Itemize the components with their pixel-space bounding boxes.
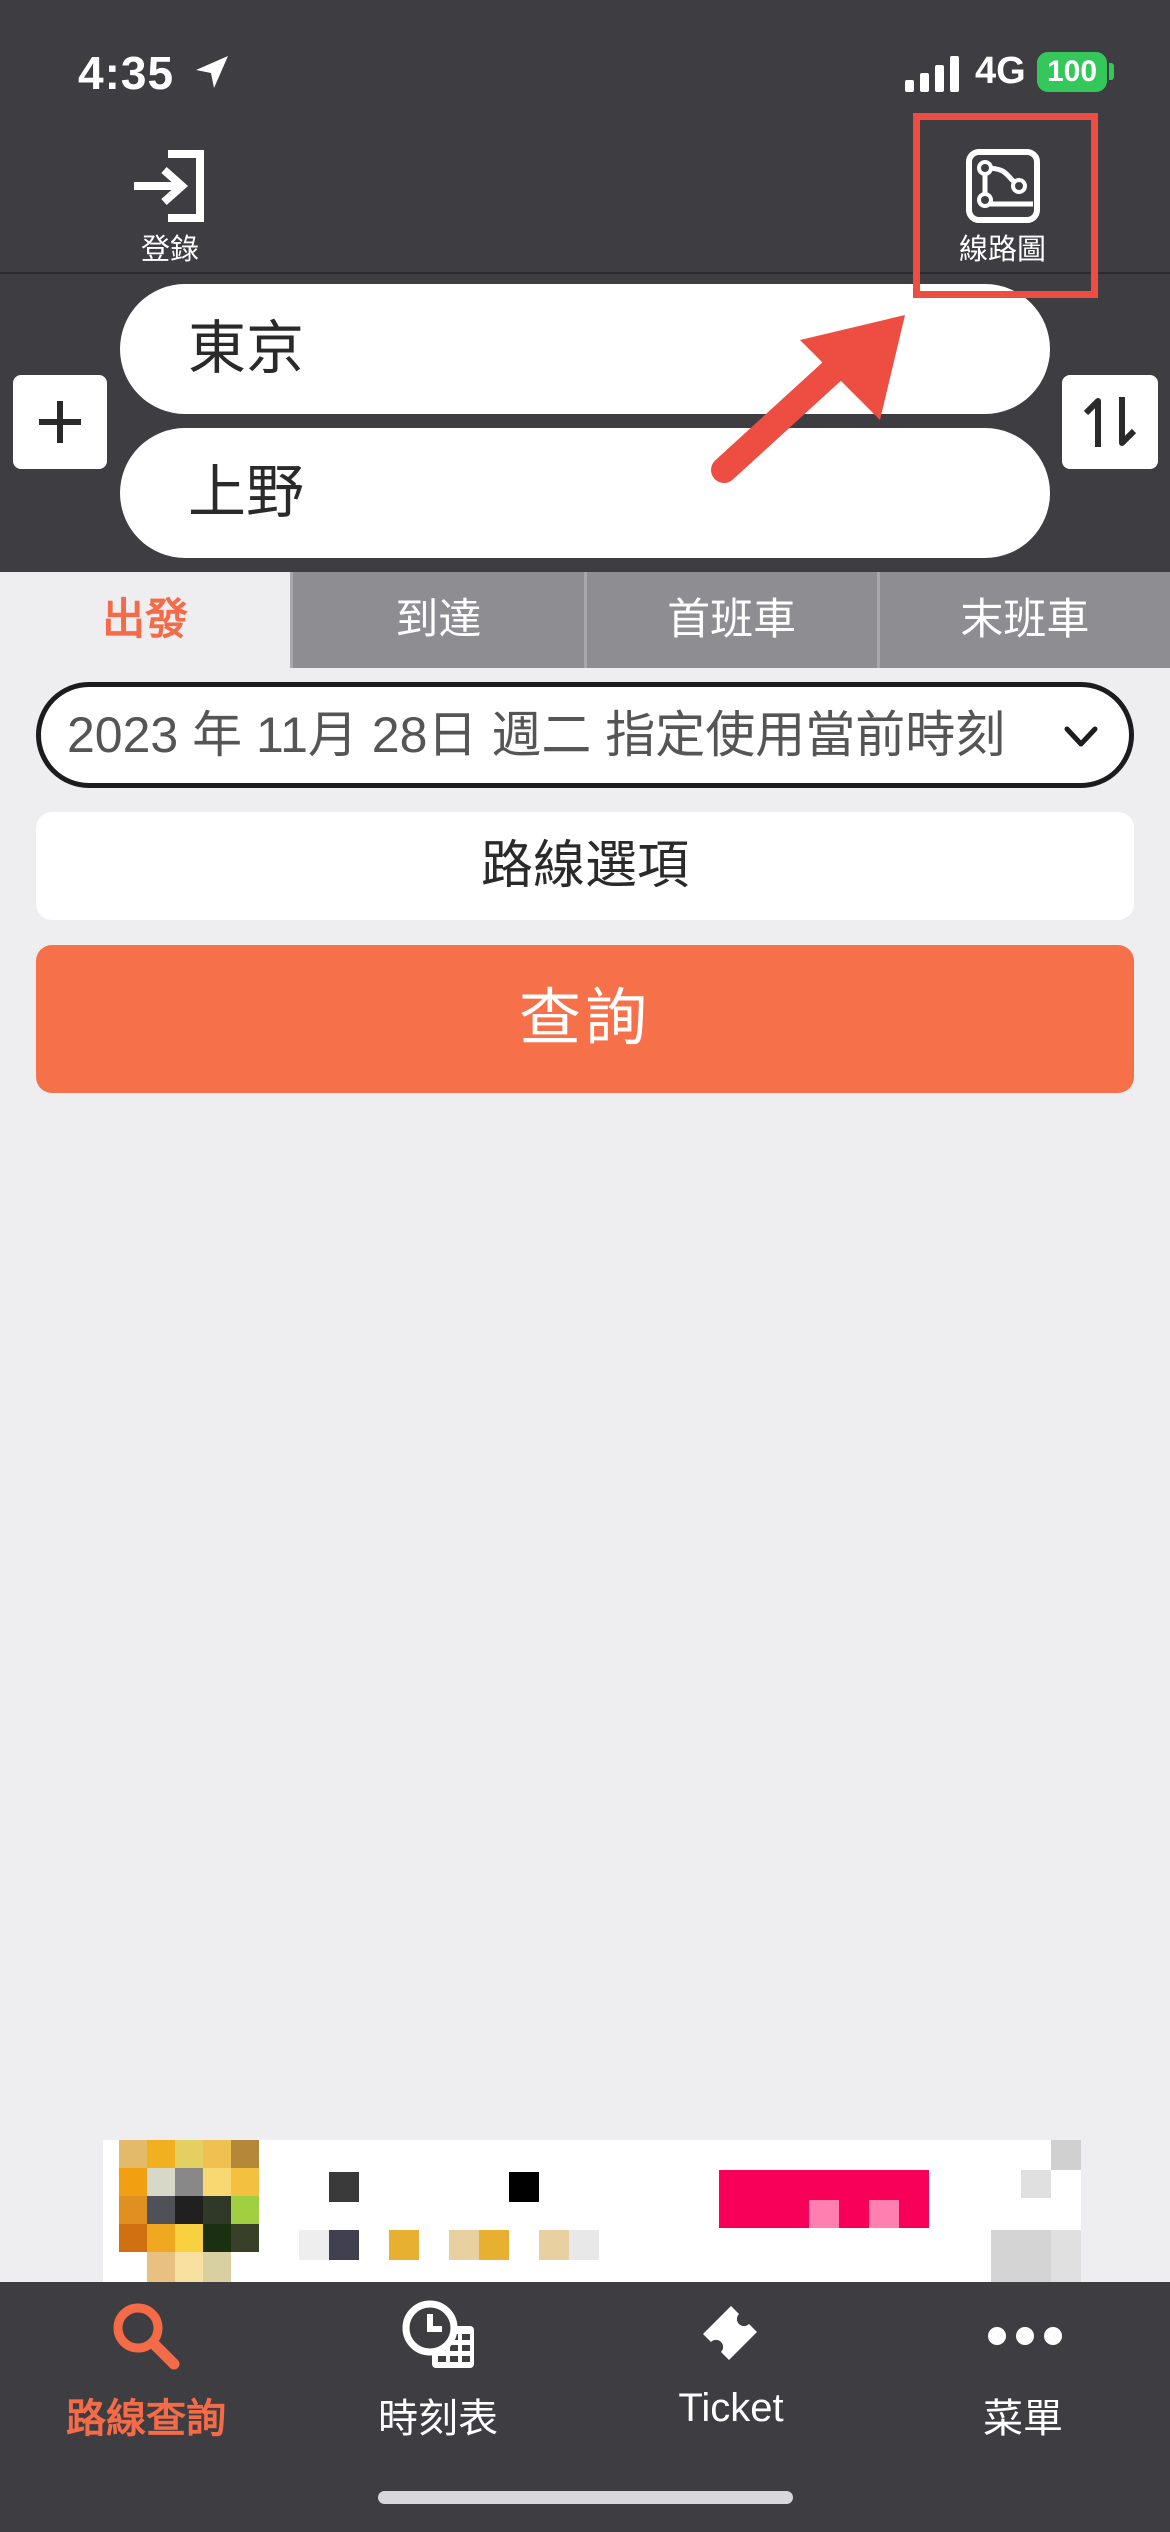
ad-pixel xyxy=(231,2196,259,2224)
ad-pixel xyxy=(329,2230,359,2260)
ad-pixel xyxy=(175,2196,203,2224)
tab-arrival[interactable]: 到達 xyxy=(290,572,584,668)
nav-timetable[interactable]: 時刻表 xyxy=(292,2282,584,2442)
ad-pixel xyxy=(147,2168,175,2196)
ad-pixel xyxy=(203,2224,231,2252)
nav-menu[interactable]: 菜單 xyxy=(877,2282,1169,2442)
ad-pixel xyxy=(231,2168,259,2196)
ad-pixel xyxy=(175,2224,203,2252)
ad-pixel xyxy=(203,2252,231,2282)
ticket-icon xyxy=(703,2306,757,2360)
ad-pixel xyxy=(1021,2170,1051,2198)
tab-departure[interactable]: 出發 xyxy=(0,572,291,668)
timetable-icon xyxy=(402,2300,474,2368)
ad-pixel xyxy=(479,2230,509,2260)
ad-pixel xyxy=(231,2224,259,2252)
location-arrow-icon xyxy=(196,56,228,88)
ad-pixel xyxy=(203,2168,231,2196)
ad-pixel xyxy=(119,2168,147,2196)
ad-pixel xyxy=(1051,2140,1081,2170)
nav-menu-label: 菜單 xyxy=(983,2397,1063,2441)
cellular-signal-icon xyxy=(905,56,959,92)
date-time-value: 2023 年 11月 28日 週二 指定使用當前時刻 xyxy=(67,707,1006,763)
ad-pixel xyxy=(119,2224,147,2252)
ad-pixel xyxy=(175,2140,203,2168)
nav-ticket-label: Ticket xyxy=(678,2386,784,2430)
network-type: 4G xyxy=(975,50,1026,92)
battery-tip xyxy=(1109,63,1114,80)
search-icon xyxy=(113,2303,180,2370)
search-button[interactable]: 查詢 xyxy=(36,945,1134,1093)
search-mode-tabs: 出發 到達 首班車 末班車 xyxy=(0,572,1170,668)
chevron-down-icon xyxy=(1064,726,1098,747)
login-label: 登錄 xyxy=(140,234,199,266)
status-time: 4:35 xyxy=(78,47,175,99)
nav-route-search[interactable]: 路線查詢 xyxy=(0,2282,292,2442)
add-via-station-button[interactable] xyxy=(13,375,107,469)
tab-first-train[interactable]: 首班車 xyxy=(583,572,877,668)
more-icon xyxy=(988,2327,1062,2345)
tab-last-train[interactable]: 末班車 xyxy=(876,572,1170,668)
ad-pixel xyxy=(509,2172,539,2202)
plus-icon xyxy=(39,401,81,443)
ad-pixel xyxy=(231,2140,259,2168)
home-indicator xyxy=(378,2491,793,2504)
ad-pixel xyxy=(299,2230,329,2260)
login-button[interactable]: 登錄 xyxy=(110,148,230,266)
ad-pixel xyxy=(203,2140,231,2168)
date-time-select[interactable]: 2023 年 11月 28日 週二 指定使用當前時刻 xyxy=(36,682,1134,788)
ad-pixel xyxy=(147,2252,175,2282)
ad-pixel xyxy=(991,2230,1051,2282)
ad-pixel xyxy=(175,2168,203,2196)
nav-timetable-label: 時刻表 xyxy=(378,2397,498,2441)
login-icon xyxy=(134,150,204,222)
ad-pixel xyxy=(147,2196,175,2224)
ad-pixel xyxy=(869,2200,899,2228)
ad-pixel xyxy=(147,2224,175,2252)
swap-icon xyxy=(1083,397,1137,447)
nav-ticket[interactable]: Ticket xyxy=(585,2282,877,2442)
ad-banner[interactable] xyxy=(103,2140,1081,2282)
ad-pixel xyxy=(389,2230,419,2260)
ad-pixel xyxy=(203,2196,231,2224)
ad-pixel xyxy=(1051,2230,1081,2282)
swap-stations-button[interactable] xyxy=(1062,375,1158,469)
ad-pixel xyxy=(175,2252,203,2282)
bottom-tab-bar: 路線查詢 時刻表 Ticket 菜單 xyxy=(0,2282,1170,2532)
annotation-highlight-box xyxy=(913,113,1098,298)
ad-pixel xyxy=(119,2196,147,2224)
route-options-button[interactable]: 路線選項 xyxy=(36,812,1134,920)
ad-pixel xyxy=(809,2200,839,2228)
ad-pixel xyxy=(147,2140,175,2168)
ad-pixel xyxy=(449,2230,479,2260)
ad-pixel xyxy=(329,2172,359,2202)
ad-pixel xyxy=(569,2230,599,2260)
ad-pixel xyxy=(539,2230,569,2260)
ad-pixel xyxy=(119,2140,147,2168)
battery-indicator: 100 xyxy=(1037,52,1107,92)
annotation-arrow-icon xyxy=(711,315,905,483)
nav-route-search-label: 路線查詢 xyxy=(66,2397,226,2441)
